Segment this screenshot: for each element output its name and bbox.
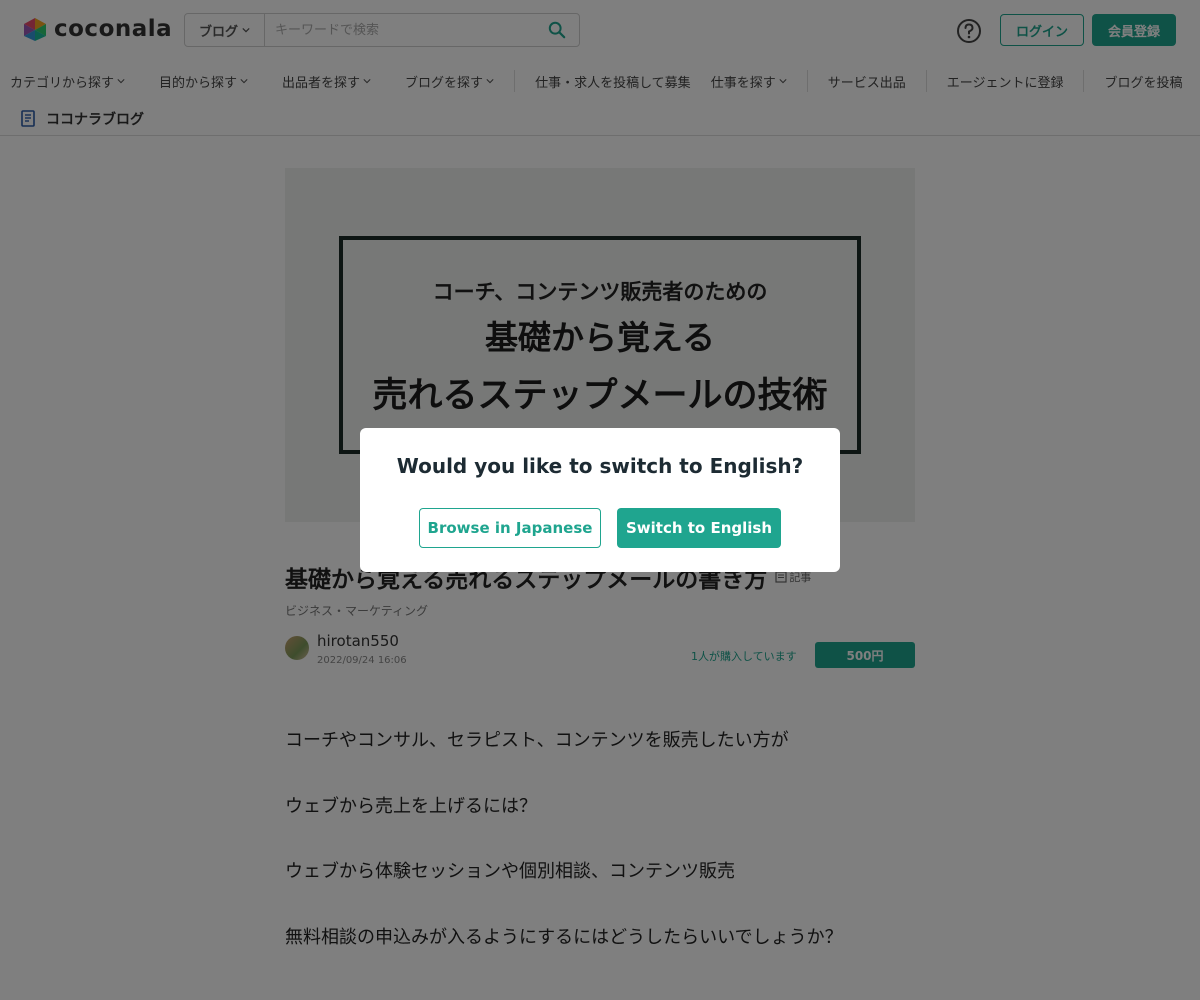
switch-to-english-button[interactable]: Switch to English	[617, 508, 781, 548]
language-switch-modal: Would you like to switch to English? Bro…	[360, 428, 840, 572]
browse-in-japanese-button[interactable]: Browse in Japanese	[419, 508, 601, 548]
modal-question: Would you like to switch to English?	[396, 454, 804, 478]
